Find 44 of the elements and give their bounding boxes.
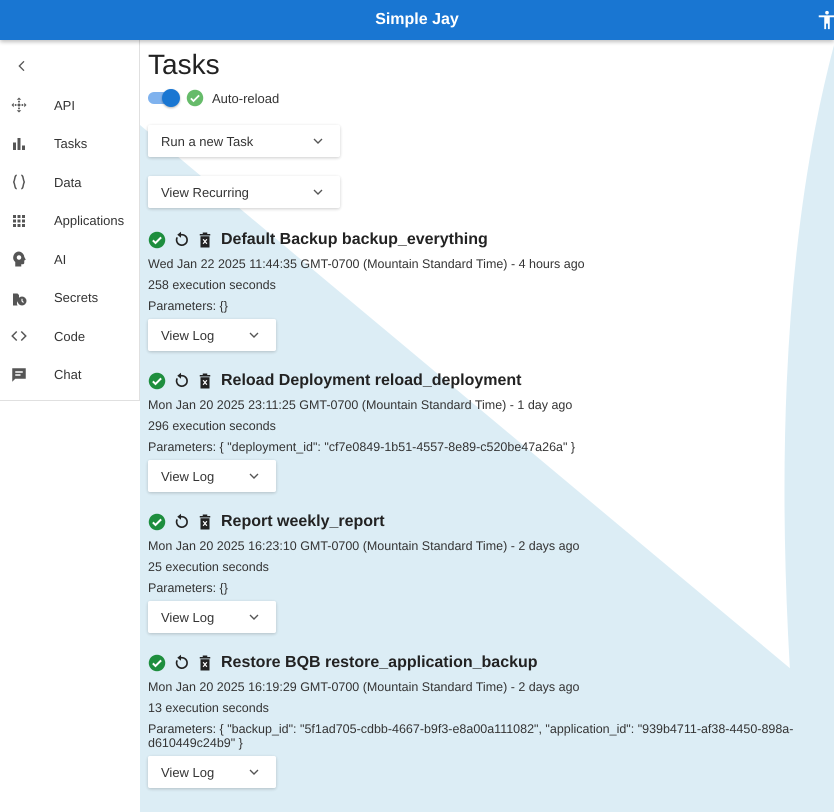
accessibility-icon[interactable] bbox=[816, 9, 834, 31]
task-title: Default Backup backup_everything bbox=[221, 231, 488, 249]
check-circle-icon bbox=[148, 513, 166, 531]
braces-icon bbox=[10, 173, 28, 192]
app-title: Simple Jay bbox=[375, 11, 459, 29]
toggle-switch[interactable] bbox=[148, 92, 178, 104]
execution-time: 258 execution seconds bbox=[148, 278, 277, 292]
task-parameters: Parameters: {} bbox=[148, 299, 229, 313]
execution-time: 13 execution seconds bbox=[148, 701, 270, 715]
task-parameters: Parameters: { "deployment_id": "cf7e0849-1b51-4557-8e89-c520be47a26a" } bbox=[148, 440, 576, 454]
sidebar-item[interactable]: Data bbox=[0, 163, 139, 202]
task-time: Wed Jan 22 2025 11:44:35 GMT-0700 (Mountain Standard Time) - 4 hours ago bbox=[148, 257, 586, 271]
task-title: Reload Deployment reload_deployment bbox=[221, 372, 522, 390]
view-log-button[interactable]: View Log bbox=[148, 601, 276, 633]
sidebar-item[interactable]: Applications bbox=[0, 202, 139, 240]
auto-reload-label: Auto-reload bbox=[212, 90, 280, 106]
task-time: Mon Jan 20 2025 16:23:10 GMT-0700 (Mountain Standard Time) - 2 days ago bbox=[148, 539, 581, 553]
move-arrows-icon bbox=[10, 96, 28, 114]
check-circle-icon bbox=[148, 372, 166, 390]
dropdown-button[interactable]: Run a new Task bbox=[148, 125, 340, 157]
task-parameters: Parameters: {} bbox=[148, 581, 229, 595]
check-circle-icon bbox=[186, 89, 204, 107]
check-circle-icon bbox=[148, 654, 166, 672]
view-log-button[interactable]: View Log bbox=[148, 460, 276, 492]
execution-time: 296 execution seconds bbox=[148, 419, 277, 433]
task-time: Mon Jan 20 2025 23:11:25 GMT-0700 (Mountain Standard Time) - 1 day ago bbox=[148, 398, 574, 412]
check-circle-icon bbox=[148, 231, 166, 249]
sidebar-item[interactable]: API bbox=[0, 86, 139, 124]
task-title: Restore BQB restore_application_backup bbox=[221, 654, 538, 672]
sidebar-item[interactable]: Chat bbox=[0, 356, 139, 394]
page-title: Tasks bbox=[148, 48, 221, 82]
sidebar-item[interactable]: Tasks bbox=[0, 124, 139, 163]
sidebar-item[interactable]: Secrets bbox=[0, 278, 139, 317]
sidebar-item[interactable]: AI bbox=[0, 240, 139, 278]
chat-icon bbox=[10, 366, 28, 384]
sidebar-item[interactable]: Code bbox=[0, 317, 139, 356]
head-icon bbox=[10, 250, 28, 268]
task-time: Mon Jan 20 2025 16:19:29 GMT-0700 (Mountain Standard Time) - 2 days ago bbox=[148, 680, 581, 694]
view-log-button[interactable]: View Log bbox=[148, 756, 276, 788]
view-log-button[interactable]: View Log bbox=[148, 319, 276, 351]
execution-time: 25 execution seconds bbox=[148, 560, 270, 574]
dropdown-button[interactable]: View Recurring bbox=[148, 176, 340, 208]
task-title: Report weekly_report bbox=[221, 513, 385, 531]
task-parameters: Parameters: { "backup_id": "5f1ad705-cdbb-4667-b9f3-e8a00a111082", "application_id": "939b4711-af38-4450-898a-d610449c24b9" } bbox=[148, 722, 794, 750]
